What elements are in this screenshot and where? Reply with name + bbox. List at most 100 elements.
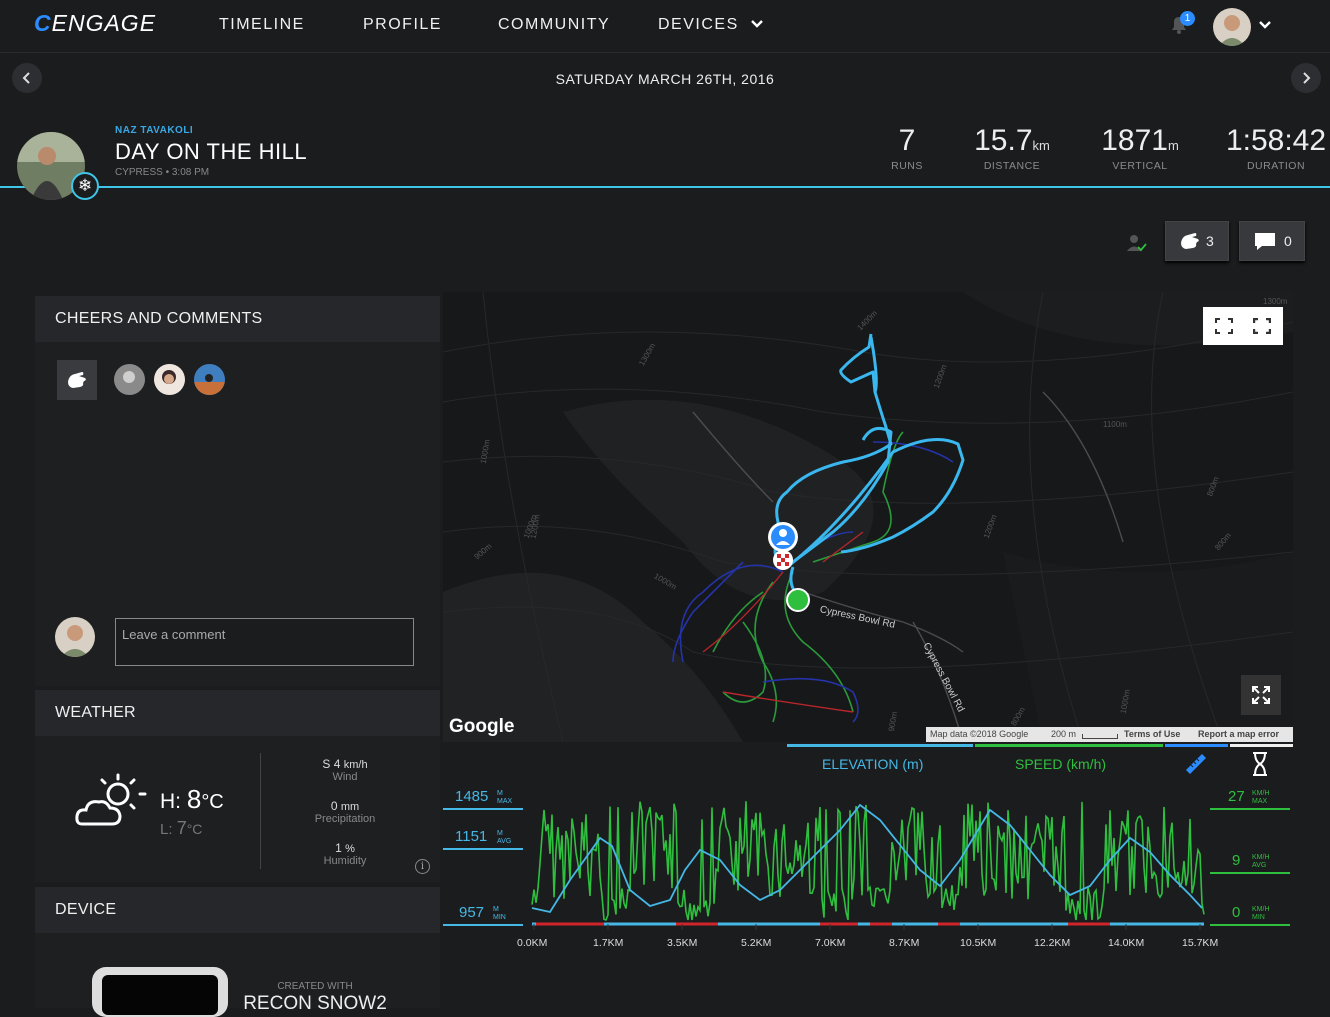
- elev-min-value: 957: [459, 904, 485, 921]
- map-attribution-bar: Map data ©2018 Google 200 m Terms of Use…: [926, 727, 1293, 742]
- device-name: RECON SNOW2: [243, 993, 387, 1014]
- map-scale: 200 m: [1051, 729, 1077, 739]
- nav-devices[interactable]: DEVICES: [658, 16, 763, 34]
- info-icon[interactable]: i: [415, 859, 430, 874]
- precip-value: 0: [330, 799, 338, 813]
- engage-logo[interactable]: CENGAGE: [34, 10, 156, 37]
- stat-runs: 7 RUNS: [880, 124, 934, 172]
- comment-placeholder: Leave a comment: [122, 627, 226, 642]
- wind-unit: km/h: [343, 759, 368, 771]
- nav-community[interactable]: COMMUNITY: [498, 16, 610, 34]
- cheer-toggle-button[interactable]: [57, 360, 97, 400]
- wind-reading: S 4 km/h Wind: [285, 757, 405, 783]
- cheer-count: 3: [1206, 233, 1214, 249]
- header-accent-line: [0, 186, 1330, 188]
- stat-label: DURATION: [1246, 160, 1306, 172]
- comment-input[interactable]: Leave a comment: [115, 618, 414, 666]
- report-error-link[interactable]: Report a map error: [1198, 729, 1279, 739]
- activity-date: SATURDAY MARCH 26TH, 2016: [555, 71, 775, 87]
- map-view-toggle[interactable]: [1203, 307, 1283, 345]
- tab-elevation[interactable]: ELEVATION (m): [822, 756, 923, 772]
- speed-max: 27 KM/H MAX: [1210, 788, 1290, 810]
- elev-unit: M: [497, 790, 503, 797]
- tab-speed[interactable]: SPEED (km/h): [1015, 756, 1106, 772]
- tab-indicator: [1230, 744, 1293, 747]
- distance-tick: 10.5KM: [960, 937, 997, 949]
- weather-low: L: 7°C: [160, 818, 202, 839]
- speed-avg-value: 9: [1232, 852, 1241, 869]
- cheerer-avatar[interactable]: [194, 364, 225, 395]
- cheerer-avatar[interactable]: [114, 364, 145, 395]
- tagged-user-icon[interactable]: [1125, 232, 1147, 254]
- distance-tick: 1.7KM: [593, 937, 624, 949]
- cheer-hand-icon: [68, 372, 86, 388]
- device-heading: DEVICE: [55, 901, 117, 918]
- speed-series: [531, 801, 1205, 921]
- nav-profile[interactable]: PROFILE: [363, 16, 442, 34]
- elev-unit: M: [497, 830, 503, 837]
- comment-icon: [1255, 233, 1275, 250]
- cheer-button[interactable]: 3: [1165, 221, 1229, 261]
- collapse-icon[interactable]: [1215, 318, 1233, 334]
- min-label: MIN: [493, 914, 506, 921]
- notification-badge: 1: [1180, 11, 1195, 26]
- device-panel-header: DEVICE: [35, 887, 440, 933]
- user-avatar[interactable]: [1213, 8, 1251, 46]
- stat-distance: 15.7km DISTANCE: [967, 124, 1057, 172]
- weather-high: H: 8°C: [160, 784, 224, 815]
- max-label: MAX: [497, 798, 513, 805]
- tab-indicator: [1165, 744, 1228, 747]
- terms-link[interactable]: Terms of Use: [1124, 729, 1180, 739]
- activity-subtitle: CYPRESS • 3:08 PM: [115, 167, 210, 178]
- elev-unit: M: [493, 906, 499, 913]
- fullscreen-button[interactable]: [1241, 675, 1281, 715]
- chevron-down-icon: [750, 20, 763, 28]
- contour-label: 1300m: [1263, 297, 1288, 306]
- divider: [260, 753, 261, 869]
- wind-value: S 4: [322, 757, 341, 771]
- speed-min-value: 0: [1232, 904, 1241, 921]
- cheerer-avatar[interactable]: [154, 364, 185, 395]
- distance-tick: 8.7KM: [889, 937, 920, 949]
- precip-label: Precipitation: [314, 813, 376, 825]
- comment-button[interactable]: 0: [1239, 221, 1305, 261]
- current-user-avatar: [55, 617, 95, 657]
- chevron-down-icon[interactable]: [1258, 20, 1272, 30]
- nav-timeline[interactable]: TIMELINE: [219, 16, 305, 34]
- nav-devices-label: DEVICES: [658, 16, 739, 33]
- hourglass-icon[interactable]: [1251, 751, 1269, 777]
- map-scale-bar: [1082, 734, 1118, 739]
- next-day-button[interactable]: [1291, 63, 1321, 93]
- activity-title: DAY ON THE HILL: [115, 139, 308, 164]
- high-unit: °C: [201, 791, 224, 813]
- athlete-name[interactable]: NAZ TAVAKOLI: [115, 125, 193, 136]
- stat-label: VERTICAL: [1112, 160, 1168, 172]
- map-canvas: [443, 292, 1293, 742]
- cheers-heading: CHEERS AND COMMENTS: [55, 310, 263, 327]
- distance-tick: 0.0KM: [517, 937, 548, 949]
- ruler-icon[interactable]: [1184, 752, 1208, 776]
- start-marker[interactable]: [786, 588, 810, 612]
- elevation-speed-plot[interactable]: [520, 790, 1210, 936]
- comment-count: 0: [1284, 233, 1292, 249]
- precip-reading: 0 mm Precipitation: [285, 799, 405, 825]
- high-label: H:: [160, 790, 181, 813]
- google-logo[interactable]: Google: [449, 716, 514, 738]
- distance-tick: 3.5KM: [667, 937, 698, 949]
- distance-tick: 7.0KM: [815, 937, 846, 949]
- avg-label: AVG: [1252, 862, 1267, 869]
- device-image: [92, 967, 228, 1017]
- humidity-value: 1: [335, 841, 342, 855]
- stat-value: 1:58:42: [1225, 124, 1327, 157]
- divider: [0, 52, 1330, 53]
- stat-value: 7: [898, 124, 916, 157]
- expand-icon[interactable]: [1253, 318, 1271, 334]
- distance-tick: 5.2KM: [741, 937, 772, 949]
- elev-avg-value: 1151: [455, 828, 488, 845]
- route-map[interactable]: 1400m 1300m 1200m 1100m 1000m 1000m 1000…: [443, 292, 1293, 742]
- created-with-label: CREATED WITH: [277, 981, 353, 992]
- humidity-label: Humidity: [323, 855, 367, 867]
- wind-label: Wind: [332, 771, 358, 783]
- contour-label: 1100m: [1103, 420, 1127, 429]
- humidity-unit: %: [345, 843, 355, 855]
